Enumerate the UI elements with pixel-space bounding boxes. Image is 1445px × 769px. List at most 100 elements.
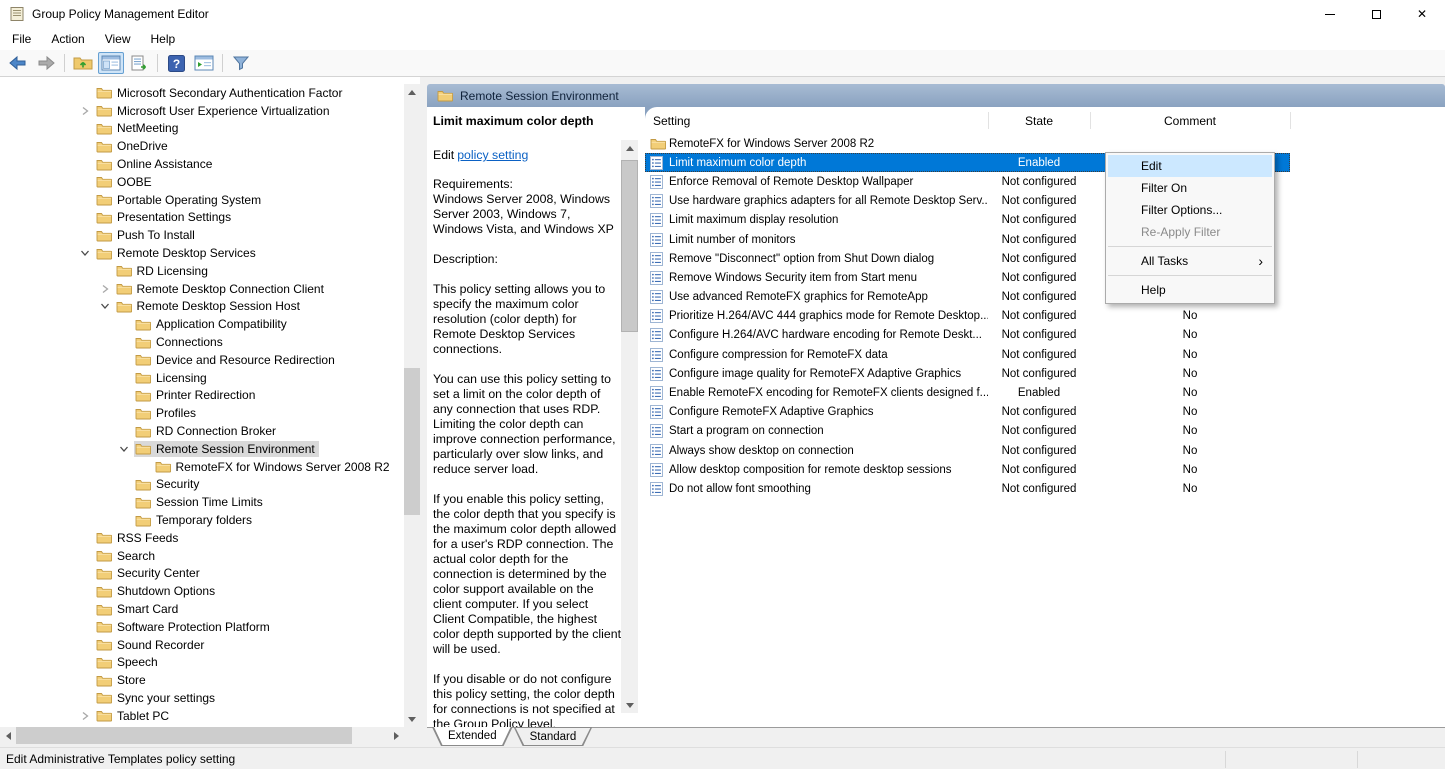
scroll-down-arrow[interactable] [621,697,638,713]
tree-indent-spacer [77,209,93,225]
tree-item[interactable]: Push To Install [0,226,404,244]
column-divider[interactable] [1290,112,1291,129]
column-header-state[interactable]: State [988,114,1090,128]
view-tab-label: Standard [515,728,592,745]
scrollbar-thumb[interactable] [621,160,638,332]
tree-horizontal-scrollbar[interactable] [0,727,404,744]
tree-item[interactable]: Remote Desktop Connection Client [0,280,404,298]
scrollbar-thumb[interactable] [404,368,420,515]
scroll-right-arrow[interactable] [388,727,404,744]
tree-item[interactable]: OOBE [0,173,404,191]
tree-item[interactable]: Connections [0,333,404,351]
scroll-left-arrow[interactable] [0,727,16,744]
chevron-down-icon[interactable] [97,298,113,314]
settings-row[interactable]: Enable RemoteFX encoding for RemoteFX cl… [645,383,1290,402]
tree-item[interactable]: Printer Redirection [0,387,404,405]
settings-row[interactable]: Configure compression for RemoteFX dataN… [645,345,1290,364]
close-button[interactable]: ✕ [1399,0,1445,28]
column-header-comment[interactable]: Comment [1090,114,1290,128]
settings-row[interactable]: Configure image quality for RemoteFX Ada… [645,364,1290,383]
view-tab-standard[interactable]: Standard [514,727,593,746]
policy-setting-icon [645,213,669,227]
minimize-button[interactable] [1307,0,1353,28]
context-menu-item-filter-options[interactable]: Filter Options... [1108,199,1272,221]
settings-row[interactable]: Start a program on connectionNot configu… [645,422,1290,441]
tree-item[interactable]: Portable Operating System [0,191,404,209]
scroll-up-arrow[interactable] [621,140,638,156]
tree-item[interactable]: Profiles [0,404,404,422]
settings-row[interactable]: Allow desktop composition for remote des… [645,460,1290,479]
tree-item[interactable]: Presentation Settings [0,209,404,227]
tree-item[interactable]: RSS Feeds [0,529,404,547]
tree-item[interactable]: Search [0,547,404,565]
maximize-button[interactable] [1353,0,1399,28]
tree-item[interactable]: OneDrive [0,137,404,155]
description-paragraph: This policy setting allows you to specif… [433,282,621,357]
policy-setting-link[interactable]: policy setting [457,148,528,162]
tree-item[interactable]: Remote Session Environment [0,440,404,458]
show-console-tree-icon[interactable] [98,52,124,74]
tree-item[interactable]: Smart Card [0,600,404,618]
view-tab-extended[interactable]: Extended [432,727,513,746]
tree-item[interactable]: Software Protection Platform [0,618,404,636]
chevron-right-icon[interactable] [97,281,113,297]
tree-item[interactable]: Speech [0,654,404,672]
settings-row[interactable]: Configure H.264/AVC hardware encoding fo… [645,326,1290,345]
tree-item[interactable]: Sync your settings [0,689,404,707]
tree-item[interactable]: Remote Desktop Services [0,244,404,262]
tree-item[interactable]: Session Time Limits [0,493,404,511]
tree-item[interactable]: RD Licensing [0,262,404,280]
menu-help[interactable]: Help [141,29,186,49]
tree-item[interactable]: RD Connection Broker [0,422,404,440]
status-text: Edit Administrative Templates policy set… [6,752,235,766]
tree-item[interactable]: Shutdown Options [0,582,404,600]
context-menu-item-help[interactable]: Help [1108,279,1272,301]
tree-item[interactable]: Device and Resource Redirection [0,351,404,369]
tree-item[interactable]: RemoteFX for Windows Server 2008 R2 [0,458,404,476]
tree-item[interactable]: Online Assistance [0,155,404,173]
export-list-icon[interactable] [126,52,152,74]
chevron-right-icon[interactable] [77,103,93,119]
column-header-setting[interactable]: Setting [653,114,690,128]
tree-item[interactable]: Microsoft Secondary Authentication Facto… [0,84,404,102]
menu-action[interactable]: Action [41,29,94,49]
chevron-right-icon[interactable] [77,708,93,724]
settings-row[interactable]: RemoteFX for Windows Server 2008 R2 [645,134,1290,153]
tree-item[interactable]: Temporary folders [0,511,404,529]
tree-item-label: Sound Recorder [117,638,204,652]
context-menu-item-edit[interactable]: Edit [1108,155,1272,177]
help-icon[interactable]: ? [163,52,189,74]
tree-item[interactable]: Licensing [0,369,404,387]
chevron-down-icon[interactable] [77,245,93,261]
settings-row[interactable]: Configure RemoteFX Adaptive GraphicsNot … [645,403,1290,422]
settings-row[interactable]: Always show desktop on connectionNot con… [645,441,1290,460]
tree-vertical-scrollbar[interactable] [404,84,420,727]
chevron-down-icon[interactable] [116,441,132,457]
menu-view[interactable]: View [95,29,141,49]
details-vertical-scrollbar[interactable] [621,140,638,713]
settings-row[interactable]: Do not allow font smoothingNot configure… [645,479,1290,498]
scroll-up-arrow[interactable] [404,84,420,100]
tree-item-label: Application Compatibility [156,317,287,331]
column-divider[interactable] [1090,112,1091,129]
scrollbar-thumb[interactable] [16,727,352,744]
tree-item[interactable]: Tablet PC [0,707,404,725]
tree-item[interactable]: NetMeeting [0,120,404,138]
context-menu-item-filter-on[interactable]: Filter On [1108,177,1272,199]
tree-item[interactable]: Sound Recorder [0,636,404,654]
filter-icon[interactable] [228,52,254,74]
tree-item[interactable]: Application Compatibility [0,315,404,333]
column-divider[interactable] [988,112,989,129]
menu-file[interactable]: File [2,29,41,49]
settings-row[interactable]: Prioritize H.264/AVC 444 graphics mode f… [645,307,1290,326]
tree-item[interactable]: Security Center [0,565,404,583]
tree-item[interactable]: Security [0,476,404,494]
new-window-icon[interactable] [191,52,217,74]
back-icon[interactable] [5,52,31,74]
scroll-down-arrow[interactable] [404,711,420,727]
tree-item[interactable]: Store [0,671,404,689]
up-one-level-icon[interactable] [70,52,96,74]
tree-item[interactable]: Remote Desktop Session Host [0,298,404,316]
context-menu-item-all-tasks[interactable]: All Tasks› [1108,250,1272,272]
tree-item[interactable]: Microsoft User Experience Virtualization [0,102,404,120]
